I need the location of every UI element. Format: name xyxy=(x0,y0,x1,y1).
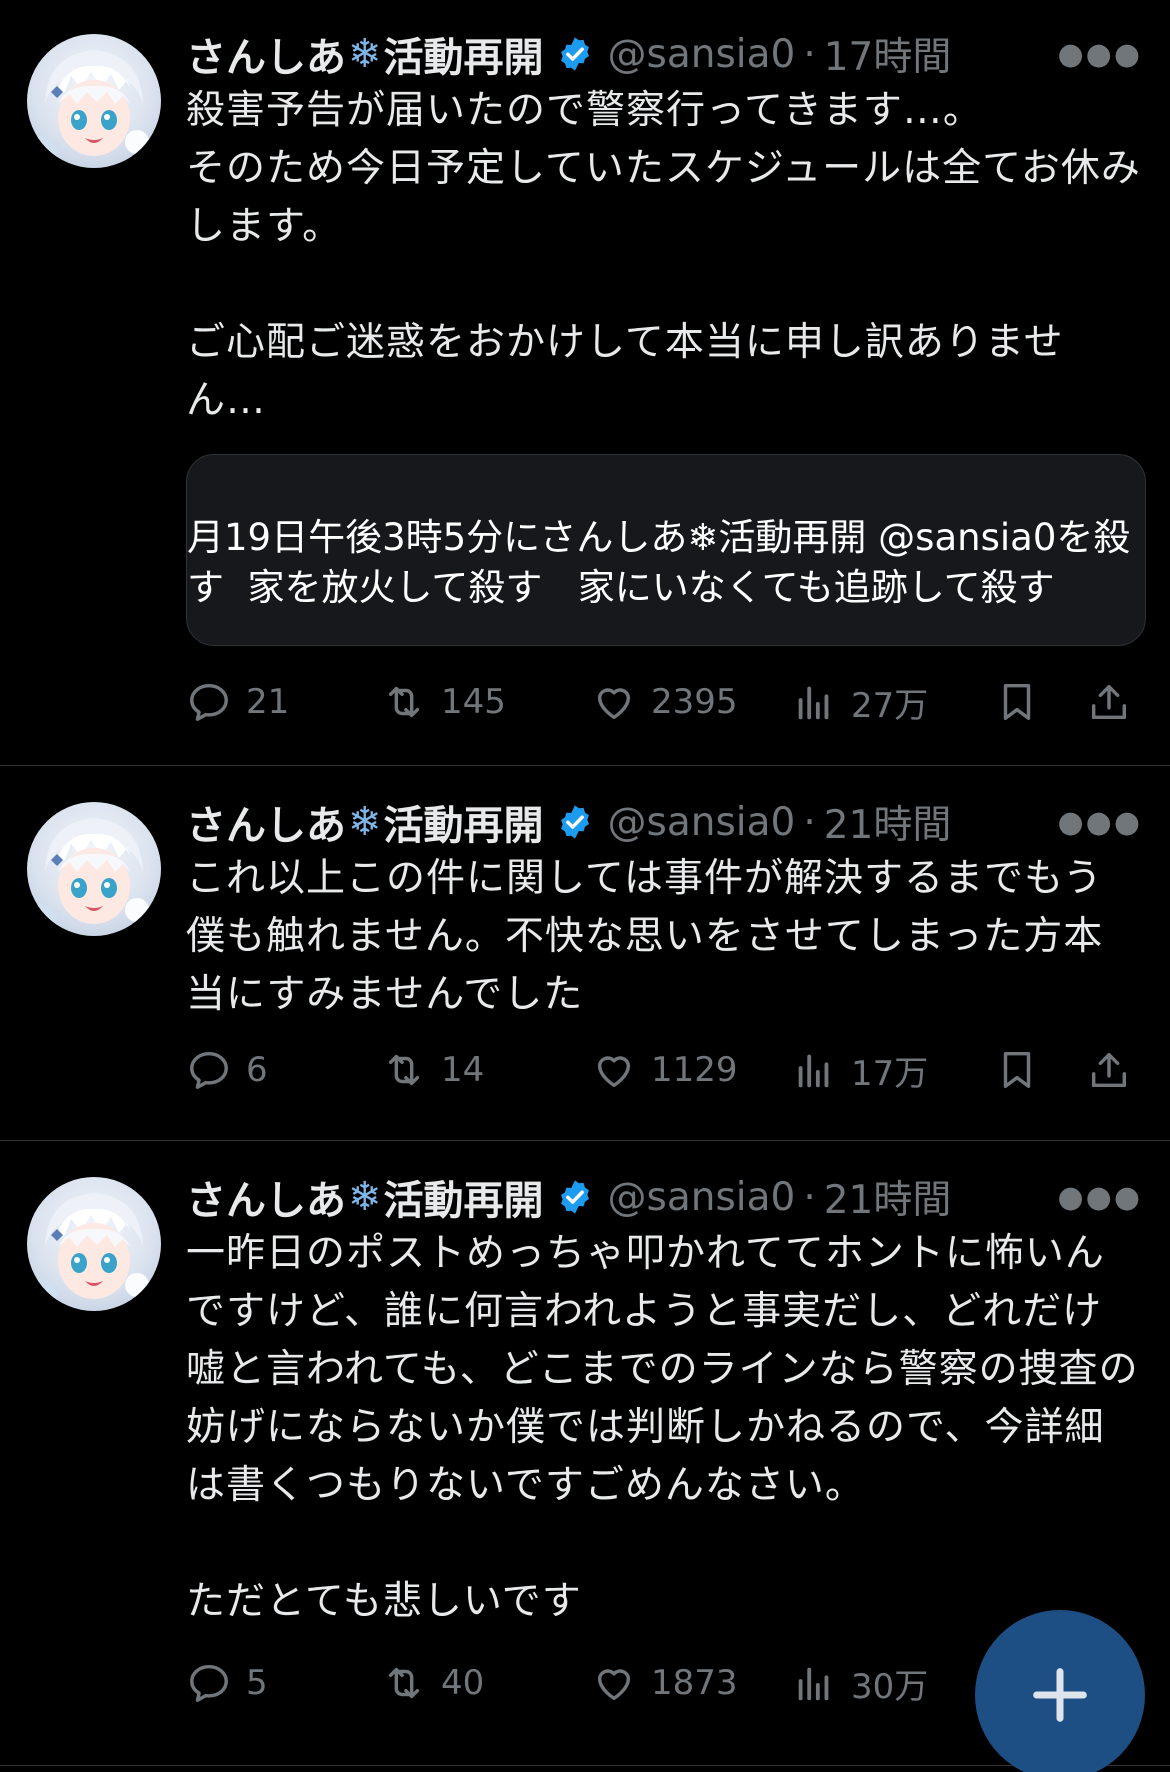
bookmark-button[interactable] xyxy=(994,1040,1040,1100)
reply-icon xyxy=(190,1664,228,1702)
like-count: 2395 xyxy=(651,682,738,722)
reply-count: 6 xyxy=(246,1050,268,1090)
heart-icon xyxy=(597,1669,631,1701)
display-name[interactable]: さんしあ xyxy=(186,793,346,851)
repost-icon xyxy=(388,1054,420,1086)
user-handle[interactable]: @sansia0 xyxy=(608,800,796,845)
reply-button[interactable]: 6 xyxy=(186,1040,268,1100)
heart-icon xyxy=(597,688,631,720)
reply-button[interactable]: 21 xyxy=(186,672,289,732)
like-count: 1873 xyxy=(651,1663,738,1703)
display-name-suffix[interactable]: 活動再開 xyxy=(384,1168,544,1226)
views-button[interactable]: 17万 xyxy=(791,1040,928,1100)
bookmark-button[interactable] xyxy=(994,672,1040,732)
snowflake-icon: ❄ xyxy=(348,1174,382,1220)
repost-icon xyxy=(388,686,420,718)
repost-count: 40 xyxy=(441,1663,485,1703)
repost-button[interactable]: 14 xyxy=(381,1040,484,1100)
separator-dot: · xyxy=(803,31,816,77)
user-handle[interactable]: @sansia0 xyxy=(608,32,796,77)
views-icon xyxy=(798,686,829,720)
views-button[interactable]: 27万 xyxy=(791,672,928,732)
verified-badge-icon xyxy=(556,35,594,73)
separator-dot: · xyxy=(803,1174,816,1220)
share-icon xyxy=(1091,684,1127,720)
more-options-icon[interactable]: ●●● xyxy=(1057,1169,1142,1225)
heart-icon xyxy=(597,1056,631,1088)
verified-badge-icon xyxy=(556,1178,594,1216)
quote-text-line: 月19日午後3時5分にさんしあ❄活動再開 @sansia0を殺 xyxy=(187,516,1131,559)
reply-icon xyxy=(190,683,228,721)
like-button[interactable]: 1129 xyxy=(591,1040,738,1100)
tweet-header: さんしあ ❄ 活動再開 @sansia0 · 17時間 ●●● xyxy=(186,26,1142,82)
share-icon xyxy=(1091,1052,1127,1088)
tweet-header: さんしあ ❄ 活動再開 @sansia0 · 21時間 ●●● xyxy=(186,794,1142,850)
quoted-image-card[interactable]: 月19日午後3時5分にさんしあ❄活動再開 @sansia0を殺 す 家を放火して… xyxy=(186,454,1146,646)
display-name[interactable]: さんしあ xyxy=(186,25,346,83)
views-count: 30万 xyxy=(851,1666,929,1707)
tweet-header: さんしあ ❄ 活動再開 @sansia0 · 21時間 ●●● xyxy=(186,1169,1142,1225)
reply-count: 5 xyxy=(246,1663,268,1703)
anime-avatar-icon xyxy=(27,50,149,168)
more-options-icon[interactable]: ●●● xyxy=(1057,794,1142,850)
repost-count: 14 xyxy=(441,1050,485,1090)
like-button[interactable]: 2395 xyxy=(591,672,738,732)
verified-badge-icon xyxy=(556,803,594,841)
like-button[interactable]: 1873 xyxy=(591,1653,738,1713)
anime-avatar-icon xyxy=(27,1193,149,1311)
separator-dot: · xyxy=(803,799,816,845)
share-button[interactable] xyxy=(1086,672,1132,732)
avatar[interactable] xyxy=(27,34,161,168)
display-name[interactable]: さんしあ xyxy=(186,1168,346,1226)
tweet-text: これ以上この件に関しては事件が解決するまでもう僕も触れません。不快な思いをさせて… xyxy=(186,856,1104,1017)
views-button[interactable]: 30万 xyxy=(791,1653,928,1713)
tweet-actions: 6 14 1129 17万 xyxy=(186,1040,1142,1100)
avatar[interactable] xyxy=(27,802,161,936)
bookmark-icon xyxy=(1003,683,1031,721)
more-options-icon[interactable]: ●●● xyxy=(1057,26,1142,82)
like-count: 1129 xyxy=(651,1050,738,1090)
snowflake-icon: ❄ xyxy=(348,31,382,77)
views-icon xyxy=(798,1054,829,1088)
repost-button[interactable]: 40 xyxy=(381,1653,484,1713)
compose-plus-icon xyxy=(1033,1668,1087,1722)
share-button[interactable] xyxy=(1086,1040,1132,1100)
reply-button[interactable]: 5 xyxy=(186,1653,268,1713)
quote-text-line: す 家を放火して殺す 家にいなくても追跡して殺す xyxy=(187,566,1055,609)
timestamp[interactable]: 17時間 xyxy=(824,26,952,82)
avatar[interactable] xyxy=(27,1177,161,1311)
user-handle[interactable]: @sansia0 xyxy=(608,1175,796,1220)
tweet[interactable]: さんしあ ❄ 活動再開 @sansia0 · 21時間 ●●● これ以上この件に… xyxy=(0,766,1170,1141)
tweet-text: 殺害予告が届いたので警察行ってきます…。 そのため今日予定していたスケジュールは… xyxy=(186,88,1141,423)
bookmark-icon xyxy=(1003,1051,1031,1089)
timestamp[interactable]: 21時間 xyxy=(824,794,952,850)
display-name-suffix[interactable]: 活動再開 xyxy=(384,793,544,851)
views-count: 17万 xyxy=(851,1053,929,1094)
tweet-text: 一昨日のポストめっちゃ叩かれててホントに怖いんですけど、誰に何言われようと事実だ… xyxy=(186,1231,1139,1624)
display-name-suffix[interactable]: 活動再開 xyxy=(384,25,544,83)
anime-avatar-icon xyxy=(27,818,149,936)
reply-count: 21 xyxy=(246,682,290,722)
timestamp[interactable]: 21時間 xyxy=(824,1169,952,1225)
reply-icon xyxy=(190,1051,228,1089)
repost-icon xyxy=(388,1667,420,1699)
views-count: 27万 xyxy=(851,685,929,726)
compose-button[interactable] xyxy=(975,1610,1145,1772)
repost-button[interactable]: 145 xyxy=(381,672,506,732)
tweet-actions: 21 145 2395 27万 xyxy=(186,672,1142,732)
snowflake-icon: ❄ xyxy=(348,799,382,845)
tweet[interactable]: さんしあ ❄ 活動再開 @sansia0 · 17時間 ●●● 殺害予告が届いた… xyxy=(0,0,1170,766)
repost-count: 145 xyxy=(441,682,506,722)
views-icon xyxy=(798,1667,829,1701)
